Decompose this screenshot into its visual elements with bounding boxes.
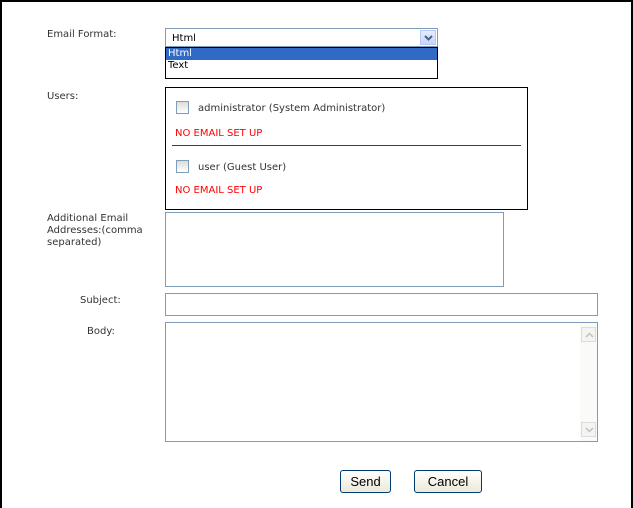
no-email-warning: NO EMAIL SET UP (175, 128, 263, 139)
email-format-value: Html (172, 33, 196, 44)
chevron-down-icon (424, 35, 433, 41)
user-checkbox-user[interactable] (176, 160, 189, 173)
option-html[interactable]: Html (166, 48, 437, 60)
email-format-dropdown-list: Html Text (165, 47, 438, 79)
subject-input[interactable] (165, 293, 598, 316)
no-email-warning: NO EMAIL SET UP (175, 185, 263, 196)
email-format-label: Email Format: (47, 29, 117, 40)
subject-label: Subject: (80, 295, 121, 306)
users-label: Users: (47, 91, 79, 102)
send-button[interactable]: Send (340, 470, 391, 493)
additional-emails-textarea[interactable] (165, 212, 504, 287)
cancel-button[interactable]: Cancel (414, 470, 482, 493)
scroll-up-button[interactable] (581, 327, 596, 342)
users-list: administrator (System Administrator) NO … (165, 87, 528, 210)
user-name: administrator (System Administrator) (198, 103, 386, 114)
dropdown-arrow-button[interactable] (420, 30, 436, 45)
chevron-down-icon (585, 427, 594, 433)
option-text[interactable]: Text (166, 60, 437, 72)
user-checkbox-administrator[interactable] (176, 101, 189, 114)
body-scrollbar[interactable] (580, 323, 597, 441)
email-format-select[interactable]: Html (165, 28, 438, 47)
additional-emails-label-line: separated) (47, 237, 102, 248)
body-textarea[interactable] (165, 322, 598, 442)
additional-emails-label-line: Addresses:(comma (47, 225, 143, 236)
user-divider (172, 145, 521, 146)
user-name: user (Guest User) (198, 162, 287, 173)
chevron-up-icon (585, 332, 594, 338)
additional-emails-label-line: Additional Email (47, 213, 129, 224)
body-label: Body: (87, 326, 115, 337)
additional-emails-label: Additional Email Addresses:(comma separa… (47, 213, 143, 249)
scroll-down-button[interactable] (581, 422, 596, 437)
